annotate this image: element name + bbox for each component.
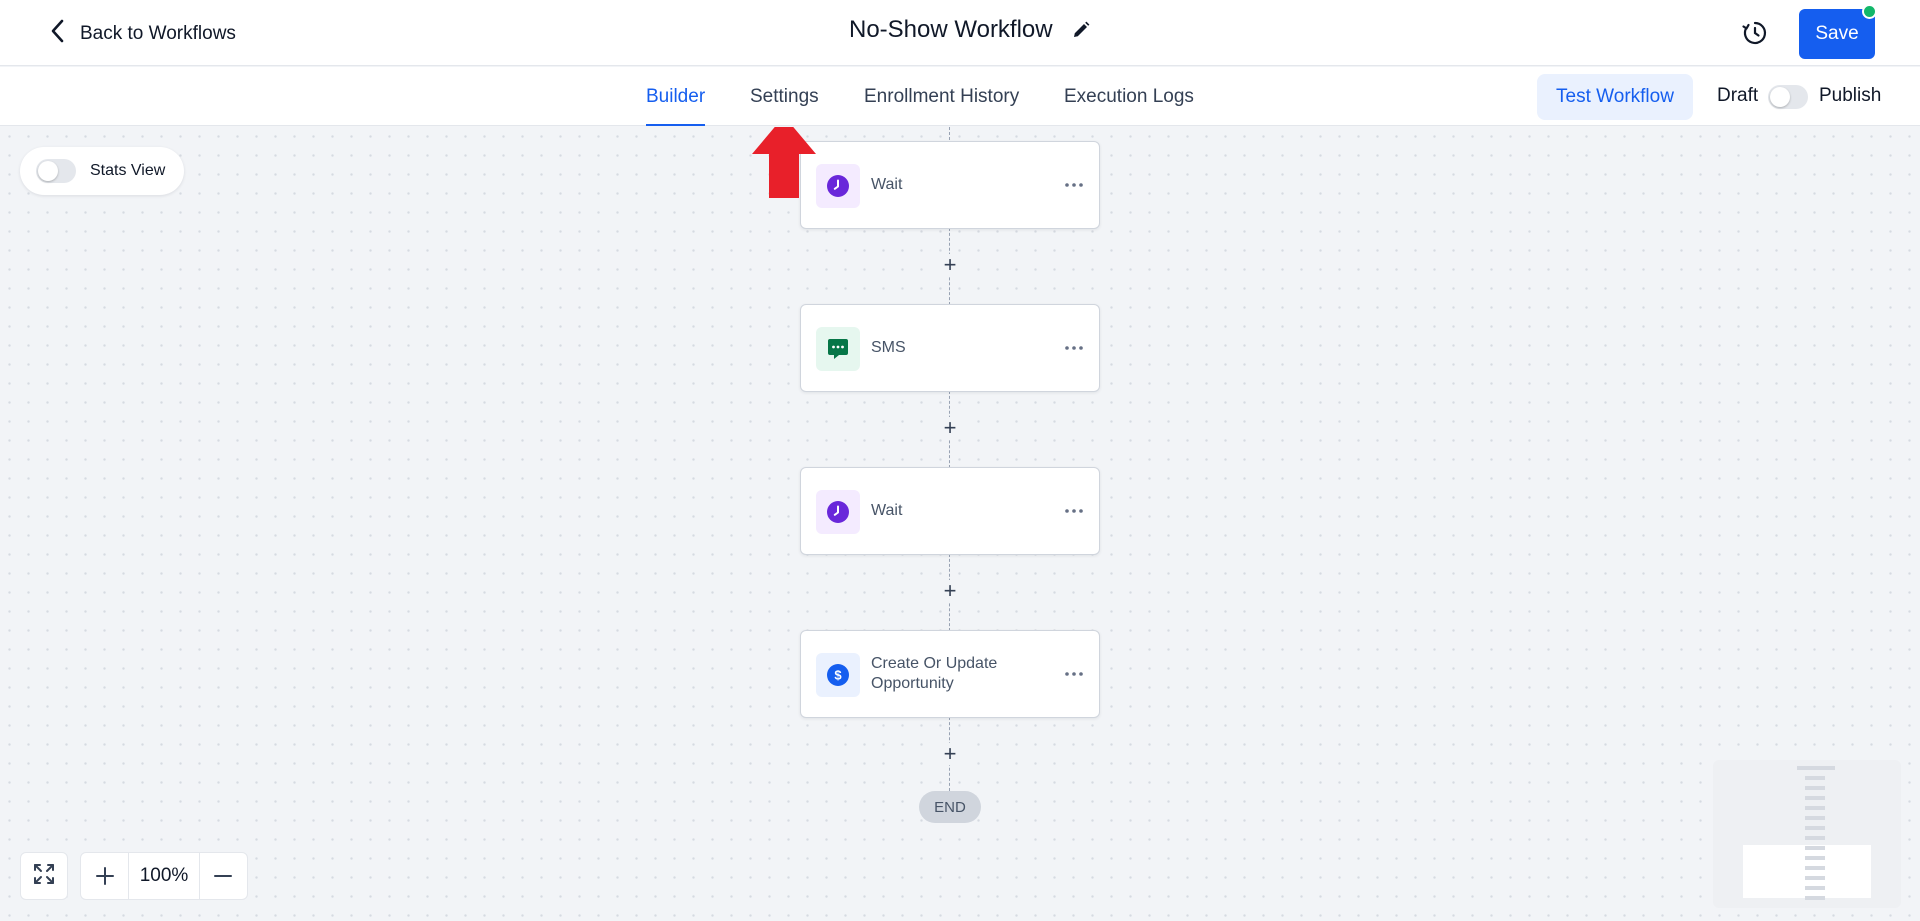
- expand-icon: [32, 862, 56, 891]
- minimap-node: [1805, 886, 1825, 890]
- minimap-node: [1805, 856, 1825, 860]
- stats-view-control: Stats View: [20, 147, 184, 195]
- workflow-title-group: No-Show Workflow: [849, 16, 1091, 44]
- zoom-controls: 100%: [80, 852, 248, 900]
- minimap-node: [1805, 896, 1825, 900]
- toggle-knob: [1770, 87, 1790, 107]
- add-step-button[interactable]: +: [939, 580, 961, 602]
- tab-settings[interactable]: Settings: [750, 67, 819, 126]
- chevron-left-icon: [48, 18, 68, 49]
- zoom-level: 100%: [128, 853, 200, 899]
- node-label: SMS: [871, 339, 906, 356]
- tab-execution-logs[interactable]: Execution Logs: [1064, 67, 1194, 126]
- workflow-node-wait[interactable]: Wait: [800, 467, 1100, 555]
- minimap-node: [1805, 806, 1825, 810]
- minimap[interactable]: [1713, 760, 1901, 908]
- minus-icon: [214, 875, 233, 877]
- minimap-node: [1805, 816, 1825, 820]
- publish-toggle[interactable]: [1768, 85, 1808, 109]
- minimap-node: [1805, 796, 1825, 800]
- annotation-arrow-icon: [752, 127, 816, 198]
- tab-enrollment-history[interactable]: Enrollment History: [864, 67, 1019, 126]
- add-step-button[interactable]: +: [939, 743, 961, 765]
- back-to-workflows-link[interactable]: Back to Workflows: [48, 18, 236, 49]
- svg-text:$: $: [834, 668, 842, 683]
- stats-view-toggle[interactable]: [36, 159, 76, 183]
- toggle-knob: [38, 161, 58, 181]
- stats-view-label: Stats View: [90, 162, 166, 179]
- add-step-button[interactable]: +: [939, 417, 961, 439]
- zoom-out-button[interactable]: [200, 853, 247, 899]
- minimap-node: [1805, 846, 1825, 850]
- add-step-button[interactable]: +: [939, 254, 961, 276]
- workflow-canvas[interactable]: Stats View + + + + Wait SMS Wait $ Creat…: [0, 127, 1920, 921]
- plus-icon: [95, 867, 114, 885]
- more-options-icon[interactable]: [1063, 501, 1085, 521]
- minimap-node: [1805, 826, 1825, 830]
- more-options-icon[interactable]: [1063, 175, 1085, 195]
- minimap-node: [1805, 836, 1825, 840]
- minimap-node: [1797, 766, 1835, 770]
- dollar-icon: $: [816, 653, 860, 697]
- workflow-node-sms[interactable]: SMS: [800, 304, 1100, 392]
- sms-chat-icon: [816, 327, 860, 371]
- top-header: Back to Workflows No-Show Workflow Save: [0, 0, 1920, 66]
- workflow-node-wait[interactable]: Wait: [800, 141, 1100, 229]
- workflow-node-opportunity[interactable]: $ Create Or Update Opportunity: [800, 630, 1100, 718]
- draft-label: Draft: [1717, 85, 1759, 106]
- node-label: Wait: [871, 502, 903, 519]
- minimap-node: [1805, 776, 1825, 780]
- fit-view-button[interactable]: [20, 852, 68, 900]
- back-label: Back to Workflows: [80, 22, 236, 44]
- node-label: Wait: [871, 176, 903, 193]
- minimap-node: [1805, 786, 1825, 790]
- node-label: Create Or Update Opportunity: [871, 655, 998, 692]
- status-dot: [1862, 4, 1877, 19]
- clock-icon: [816, 490, 860, 534]
- test-workflow-button[interactable]: Test Workflow: [1537, 74, 1693, 120]
- minimap-viewport[interactable]: [1743, 845, 1871, 898]
- connector-line: [949, 127, 950, 140]
- tab-bar: Builder Settings Enrollment History Exec…: [0, 67, 1920, 126]
- minimap-node: [1805, 866, 1825, 870]
- minimap-node: [1805, 876, 1825, 880]
- more-options-icon[interactable]: [1063, 338, 1085, 358]
- tab-builder[interactable]: Builder: [646, 67, 706, 126]
- zoom-in-button[interactable]: [81, 853, 128, 899]
- clock-icon: [816, 164, 860, 208]
- history-icon[interactable]: [1740, 18, 1770, 48]
- workflow-title: No-Show Workflow: [849, 16, 1053, 43]
- end-marker: END: [919, 791, 981, 823]
- more-options-icon[interactable]: [1063, 664, 1085, 684]
- publish-label: Publish: [1819, 85, 1882, 106]
- pencil-icon[interactable]: [1071, 20, 1091, 40]
